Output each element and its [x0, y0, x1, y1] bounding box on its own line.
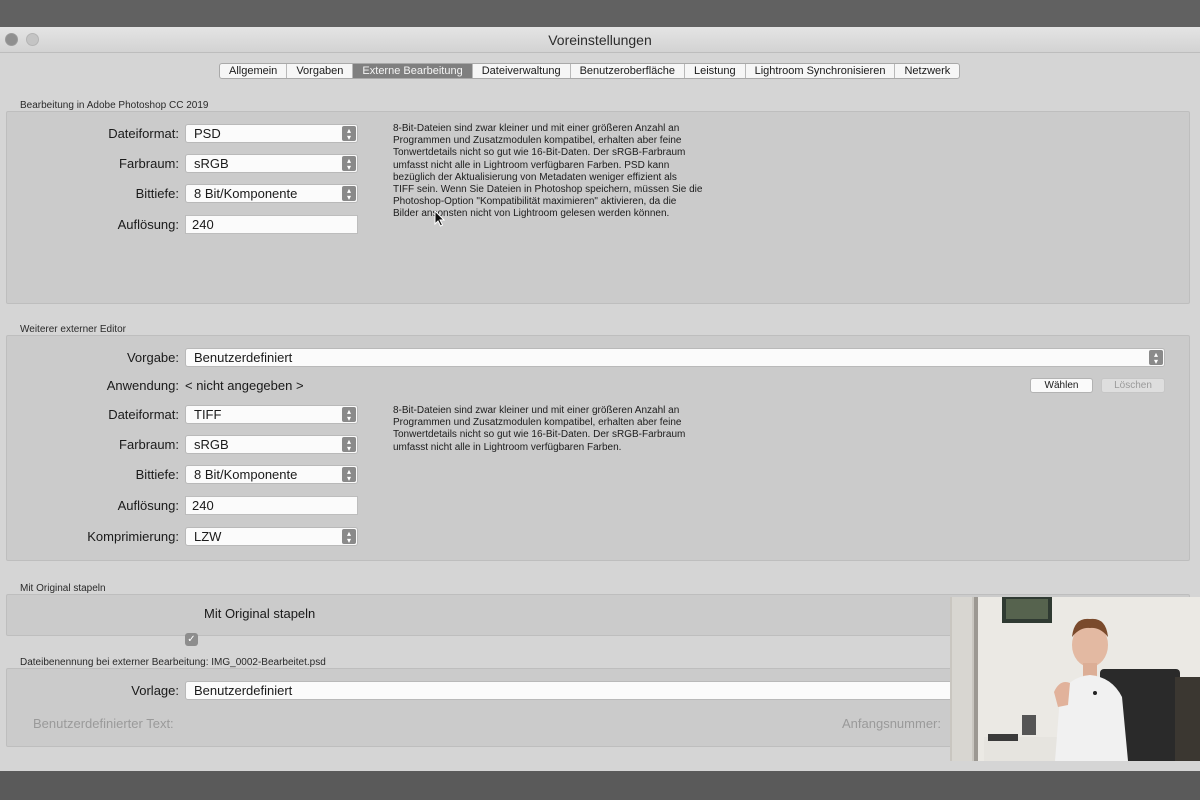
- tab-netzwerk[interactable]: Netzwerk: [895, 64, 959, 78]
- start-number-label: Anfangsnummer:: [842, 716, 941, 731]
- ext-description-line: 8-Bit-Dateien sind zwar kleiner und mit …: [393, 405, 680, 416]
- ext-anwendung-label: Anwendung:: [106, 378, 179, 393]
- ext-komprimierung-value: LZW: [194, 529, 222, 544]
- ps-dateiformat-select[interactable]: PSD ▴ ▾: [185, 124, 358, 143]
- chevron-updown-icon: ▴ ▾: [1149, 350, 1163, 366]
- screen-bottom-strip: [0, 771, 1200, 800]
- chevron-updown-icon: ▴ ▾: [342, 186, 356, 202]
- ps-dateiformat-value: PSD: [194, 126, 221, 141]
- ps-farbraum-label: Farbraum:: [119, 156, 179, 171]
- ext-farbraum-select[interactable]: sRGB ▴ ▾: [185, 435, 358, 454]
- tab-externe-bearbeitung[interactable]: Externe Bearbeitung: [353, 64, 473, 78]
- ps-description-line: Tonwertdetails nicht so gut wie 16-Bit-D…: [393, 147, 686, 159]
- waehlen-button[interactable]: Wählen: [1030, 378, 1093, 393]
- stack-with-original-checkbox[interactable]: ✓: [185, 633, 198, 646]
- naming-vorlage-select[interactable]: Benutzerdefiniert: [185, 681, 985, 700]
- custom-text-label: Benutzerdefinierter Text:: [33, 716, 174, 731]
- ext-vorgabe-label: Vorgabe:: [126, 350, 179, 365]
- ext-bittiefe-value: 8 Bit/Komponente: [194, 467, 298, 482]
- ps-description-line: Programmen und Zusatzmodulen kompatibel,…: [393, 135, 682, 147]
- ps-bittiefe-select[interactable]: 8 Bit/Komponente ▴ ▾: [185, 184, 358, 203]
- ps-description-line: Bilder ansonsten nicht von Lightroom gel…: [393, 208, 670, 220]
- ps-description-line: bezüglich der Aktualisierung von Metadat…: [393, 171, 677, 183]
- ps-bittiefe-label: Bittiefe:: [135, 186, 179, 201]
- photoshop-section-title: Bearbeitung in Adobe Photoshop CC 2019: [20, 100, 209, 111]
- mouse-cursor-icon: [434, 210, 445, 227]
- naming-vorlage-value: Benutzerdefiniert: [194, 683, 293, 698]
- ext-description-line: Programmen und Zusatzmodulen kompatibel,…: [393, 417, 682, 429]
- ps-aufloesung-label: Auflösung:: [117, 217, 179, 232]
- chevron-updown-icon: ▴ ▾: [342, 156, 356, 172]
- ps-description-line: TIFF sein. Wenn Sie Dateien in Photoshop…: [393, 184, 703, 196]
- ext-description: 8-Bit-Dateien sind zwar kleiner und mit …: [393, 405, 753, 454]
- ext-aufloesung-input[interactable]: 240: [185, 496, 358, 515]
- ps-description-line: Photoshop-Option "Kompatibilität maximie…: [393, 196, 677, 208]
- ext-komprimierung-label: Komprimierung:: [87, 529, 179, 544]
- tab-leistung[interactable]: Leistung: [685, 64, 746, 78]
- ps-description: 8-Bit-Dateien sind zwar kleiner und mit …: [393, 123, 753, 221]
- ext-vorgabe-value: Benutzerdefiniert: [194, 350, 293, 365]
- ps-bittiefe-value: 8 Bit/Komponente: [194, 186, 298, 201]
- tab-allgemein[interactable]: Allgemein: [220, 64, 288, 78]
- ext-anwendung-value: < nicht angegeben >: [185, 378, 304, 393]
- screen-top-strip: [0, 0, 1200, 27]
- window-title: Voreinstellungen: [548, 32, 652, 48]
- ext-bittiefe-select[interactable]: 8 Bit/Komponente ▴ ▾: [185, 465, 358, 484]
- chevron-updown-icon: ▴ ▾: [342, 126, 356, 142]
- stack-checkbox-label: Mit Original stapeln: [204, 606, 316, 621]
- ext-farbraum-label: Farbraum:: [119, 437, 179, 452]
- tab-dateiverwaltung[interactable]: Dateiverwaltung: [473, 64, 571, 78]
- ext-komprimierung-select[interactable]: LZW ▴ ▾: [185, 527, 358, 546]
- ps-aufloesung-input[interactable]: 240: [185, 215, 358, 234]
- ps-farbraum-value: sRGB: [194, 156, 229, 171]
- chevron-updown-icon: ▴ ▾: [342, 529, 356, 545]
- ext-dateiformat-label: Dateiformat:: [108, 407, 179, 422]
- tab-benutzeroberflaeche[interactable]: Benutzeroberfläche: [571, 64, 685, 78]
- tab-bar: Allgemein Vorgaben Externe Bearbeitung D…: [219, 63, 961, 79]
- ext-bittiefe-label: Bittiefe:: [135, 467, 179, 482]
- stack-section-title: Mit Original stapeln: [20, 583, 106, 594]
- ps-farbraum-select[interactable]: sRGB ▴ ▾: [185, 154, 358, 173]
- tab-vorgaben[interactable]: Vorgaben: [287, 64, 354, 78]
- naming-section-title: Dateibenennung bei externer Bearbeitung:…: [20, 657, 326, 668]
- external-section-title: Weiterer externer Editor: [20, 324, 126, 335]
- ext-vorgabe-select[interactable]: Benutzerdefiniert ▴ ▾: [185, 348, 1165, 367]
- naming-vorlage-label: Vorlage:: [131, 683, 179, 698]
- chevron-updown-icon: ▴ ▾: [342, 467, 356, 483]
- title-bar: Voreinstellungen: [0, 27, 1200, 53]
- webcam-overlay: [950, 597, 1200, 761]
- ext-dateiformat-value: TIFF: [194, 407, 222, 422]
- ext-dateiformat-select[interactable]: TIFF ▴ ▾: [185, 405, 358, 424]
- ps-description-line: 8-Bit-Dateien sind zwar kleiner und mit …: [393, 123, 680, 134]
- loeschen-button[interactable]: Löschen: [1101, 378, 1165, 393]
- tab-lightroom-synchronisieren[interactable]: Lightroom Synchronisieren: [746, 64, 896, 78]
- chevron-updown-icon: ▴ ▾: [342, 407, 356, 423]
- chevron-updown-icon: ▴ ▾: [342, 437, 356, 453]
- ext-farbraum-value: sRGB: [194, 437, 229, 452]
- ext-description-line: Tonwertdetails nicht so gut wie 16-Bit-D…: [393, 429, 686, 441]
- ps-dateiformat-label: Dateiformat:: [108, 126, 179, 141]
- ext-aufloesung-label: Auflösung:: [117, 498, 179, 513]
- presenter-video: [950, 597, 1200, 761]
- ext-description-line: umfasst nicht alle in Lightroom verfügba…: [393, 441, 622, 453]
- ps-description-line: umfasst nicht alle in Lightroom verfügba…: [393, 159, 670, 171]
